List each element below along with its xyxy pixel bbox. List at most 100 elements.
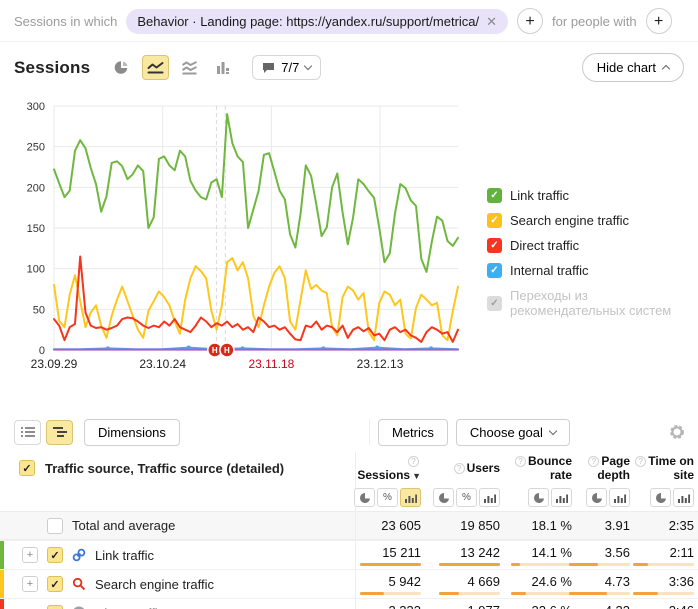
metric-value: 3.56 (605, 545, 630, 560)
row-label: Direct traffic (95, 606, 164, 609)
metric-cell: 4.33 (575, 603, 633, 609)
bars-display-toggle[interactable] (479, 488, 500, 507)
pie-display-toggle[interactable] (433, 488, 454, 507)
percent-display-toggle[interactable]: % (456, 488, 477, 507)
metric-cell: 18.1 % (503, 518, 575, 533)
table-row[interactable]: +✓Link traffic15 21113 24214.1 %3.562:11 (0, 540, 698, 569)
legend-checkbox[interactable]: ✓ (487, 188, 502, 203)
metric-cell: 4 669 (424, 574, 503, 595)
metric-value: 2 233 (388, 603, 421, 609)
dimensions-button[interactable]: Dimensions (84, 419, 180, 446)
report-table: Dimensions Metrics Choose goal (0, 412, 698, 609)
line-chart-icon (147, 60, 164, 75)
table-row[interactable]: +✓Search engine traffic5 9424 66924.6 %4… (0, 569, 698, 598)
help-icon[interactable]: ? (635, 456, 646, 467)
mini-bar (569, 563, 630, 566)
tree-view-button[interactable] (46, 420, 73, 445)
percent-display-toggle[interactable]: % (377, 488, 398, 507)
row-color-stripe (0, 599, 4, 609)
legend-checkbox[interactable]: ✓ (487, 213, 502, 228)
remove-segment-icon[interactable]: ✕ (486, 15, 497, 28)
legend-item-2[interactable]: ✓Direct traffic (487, 238, 698, 253)
svg-text:Н: Н (224, 346, 230, 355)
bars-display-toggle[interactable] (673, 488, 694, 507)
column-header-label: ?Page depth (575, 454, 630, 483)
column-header-users[interactable]: ?Users (424, 461, 503, 475)
row-checkbox[interactable] (47, 518, 63, 534)
metrics-button[interactable]: Metrics (378, 419, 448, 446)
metric-cell: 15 211 (358, 545, 424, 566)
legend-item-3[interactable]: ✓Internal traffic (487, 263, 698, 278)
metric-cell: 14.1 % (503, 545, 575, 566)
svg-text:23.09.29: 23.09.29 (31, 357, 78, 371)
bars-display-toggle[interactable] (609, 488, 630, 507)
column-header-sessions[interactable]: ?Sessions▼ (358, 454, 424, 483)
segment-chip-label: Behavior · Landing page: https://yandex.… (137, 14, 479, 29)
pie-display-toggle[interactable] (354, 488, 375, 507)
line-chart-type-button[interactable] (142, 55, 169, 80)
table-row[interactable]: Total and average23 60519 85018.1 %3.912… (0, 511, 698, 540)
link-icon (72, 548, 86, 562)
expand-row-button[interactable]: + (22, 547, 38, 563)
mini-bar (360, 592, 421, 595)
pie-display-toggle[interactable] (650, 488, 671, 507)
pie-chart-type-button[interactable] (108, 55, 135, 80)
stacked-area-type-button[interactable] (176, 55, 203, 80)
row-color-stripe (0, 570, 4, 598)
table-settings-gear-icon[interactable] (668, 423, 686, 441)
sessions-chart: 05010015020025030023.09.2923.10.2423.11.… (6, 92, 476, 384)
segment-chip[interactable]: Behavior · Landing page: https://yandex.… (126, 9, 508, 34)
choose-goal-dropdown[interactable]: Choose goal (456, 419, 570, 446)
metric-value: 2:35 (669, 518, 694, 533)
column-header-label: ?Sessions▼ (357, 454, 421, 483)
mini-bar (633, 592, 694, 595)
metric-value: 13 242 (460, 545, 500, 560)
row-checkbox[interactable]: ✓ (47, 576, 63, 592)
column-chart-type-button[interactable] (210, 55, 237, 80)
legend-item-1[interactable]: ✓Search engine traffic (487, 213, 698, 228)
chevron-down-icon (304, 62, 312, 70)
chart-legend: ✓Link traffic ✓Search engine traffic ✓Dire… (487, 188, 698, 318)
help-icon[interactable]: ? (408, 456, 419, 467)
annotations-dropdown[interactable]: 7/7 (252, 55, 321, 80)
column-header-time-on-site[interactable]: ?Time on site (633, 454, 697, 483)
hide-chart-button[interactable]: Hide chart (582, 53, 684, 82)
help-icon[interactable]: ? (515, 456, 526, 467)
sort-descending-icon: ▼ (412, 471, 421, 481)
row-checkbox[interactable]: ✓ (47, 547, 63, 563)
row-label: Search engine traffic (95, 577, 214, 592)
select-all-checkbox[interactable]: ✓ (19, 460, 35, 476)
metric-value: 4 669 (467, 574, 500, 589)
annotations-count: 7/7 (281, 60, 299, 75)
pie-display-toggle[interactable] (586, 488, 607, 507)
add-people-filter-button[interactable]: + (646, 8, 672, 34)
metric-value: 5 942 (388, 574, 421, 589)
legend-checkbox[interactable]: ✓ (487, 296, 502, 311)
add-segment-button[interactable]: + (517, 8, 543, 34)
help-icon[interactable]: ? (454, 463, 465, 474)
expand-row-button[interactable]: + (22, 576, 38, 592)
legend-item-4[interactable]: ✓Переходы из рекомендательных систем (487, 288, 698, 318)
note-marker[interactable]: Н (220, 343, 234, 357)
metric-value: 19 850 (460, 518, 500, 533)
metric-value: 24.6 % (532, 574, 572, 589)
column-header-page-depth[interactable]: ?Page depth (575, 454, 633, 483)
table-row[interactable]: ✓Direct traffic2 2331 97722.6 %4.332:46 (0, 598, 698, 609)
column-header-bounce-rate[interactable]: ?Bounce rate (503, 454, 575, 483)
legend-item-0[interactable]: ✓Link traffic (487, 188, 698, 203)
flat-list-view-button[interactable] (14, 420, 41, 445)
bars-display-toggle[interactable] (551, 488, 572, 507)
metric-cell: 22.6 % (503, 603, 575, 609)
pie-display-toggle[interactable] (528, 488, 549, 507)
legend-checkbox[interactable]: ✓ (487, 238, 502, 253)
metric-cell: 3:36 (633, 574, 697, 595)
mini-bar (569, 592, 630, 595)
mini-bar (439, 563, 500, 566)
help-icon[interactable]: ? (588, 456, 599, 467)
legend-checkbox[interactable]: ✓ (487, 263, 502, 278)
bars-display-toggle[interactable] (400, 488, 421, 507)
row-checkbox[interactable]: ✓ (47, 605, 63, 609)
search-icon (72, 577, 86, 591)
list-view-icon (21, 426, 35, 438)
metric-cell: 5 942 (358, 574, 424, 595)
